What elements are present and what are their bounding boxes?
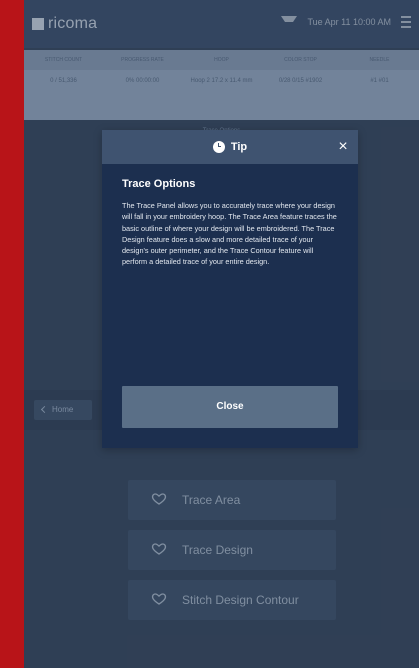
close-button[interactable]: Close [122, 386, 338, 428]
clock-icon [212, 141, 225, 153]
app-frame: ricoma Tue Apr 11 10:00 AM STITCH COUNT … [24, 0, 419, 668]
close-icon[interactable]: × [334, 138, 352, 156]
modal-title: Tip [102, 130, 358, 164]
modal-description: The Trace Panel allows you to accurately… [122, 201, 337, 267]
modal-body: Trace Options The Trace Panel allows you… [122, 178, 338, 268]
modal-title-text: Tip [230, 141, 248, 153]
modal-heading: Trace Options [122, 178, 196, 190]
tip-modal: Tip × Trace Options The Trace Panel allo… [102, 130, 358, 448]
modal-header: Tip × [102, 130, 358, 164]
